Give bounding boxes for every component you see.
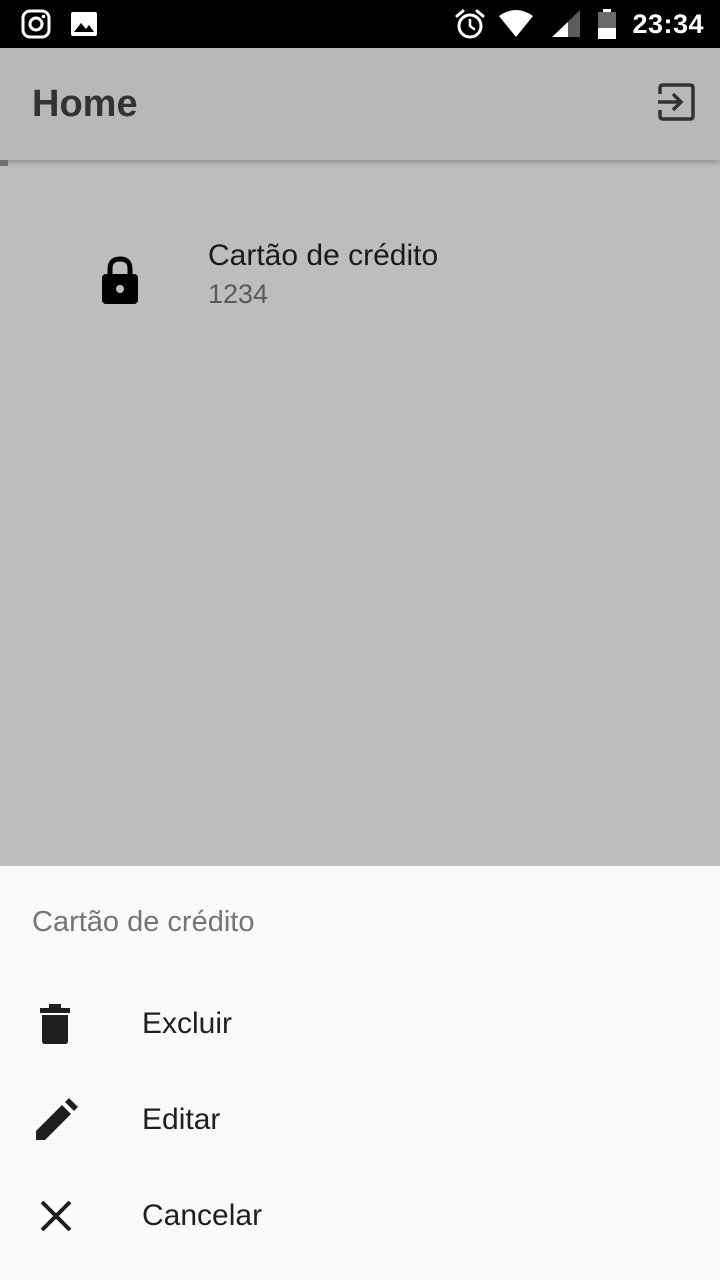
- bottom-sheet: Cartão de crédito Excluir Editar Cancela…: [0, 866, 720, 1280]
- delete-icon: [32, 1000, 80, 1048]
- battery-icon: [596, 8, 618, 40]
- image-icon: [68, 8, 100, 40]
- edit-icon: [32, 1096, 80, 1144]
- list-item-title: Cartão de crédito: [208, 239, 439, 272]
- wifi-icon: [498, 8, 534, 40]
- main-content: Cartão de crédito 1234: [0, 160, 720, 866]
- lock-icon: [96, 254, 144, 306]
- logout-icon: [656, 82, 696, 127]
- delete-option[interactable]: Excluir: [0, 976, 720, 1072]
- status-bar: 23:34: [0, 0, 720, 48]
- status-time: 23:34: [632, 9, 704, 39]
- page-title: Home: [32, 83, 138, 125]
- alarm-icon: [454, 8, 486, 40]
- cancel-option[interactable]: Cancelar: [0, 1168, 720, 1264]
- app-bar: Home: [0, 48, 720, 160]
- signal-icon: [550, 8, 582, 40]
- edit-label: Editar: [142, 1103, 221, 1136]
- delete-label: Excluir: [142, 1007, 233, 1040]
- progress-indicator: [0, 160, 8, 166]
- cancel-label: Cancelar: [142, 1199, 263, 1232]
- edit-option[interactable]: Editar: [0, 1072, 720, 1168]
- logout-button[interactable]: [648, 76, 704, 132]
- app-screen: 23:34 Home Cartão de crédito 1234 Cartão…: [0, 0, 720, 1280]
- instagram-icon: [20, 8, 52, 40]
- close-icon: [32, 1192, 80, 1240]
- list-item[interactable]: Cartão de crédito 1234: [0, 216, 720, 344]
- list-item-subtitle: 1234: [208, 279, 269, 309]
- bottom-sheet-title: Cartão de crédito: [32, 906, 255, 938]
